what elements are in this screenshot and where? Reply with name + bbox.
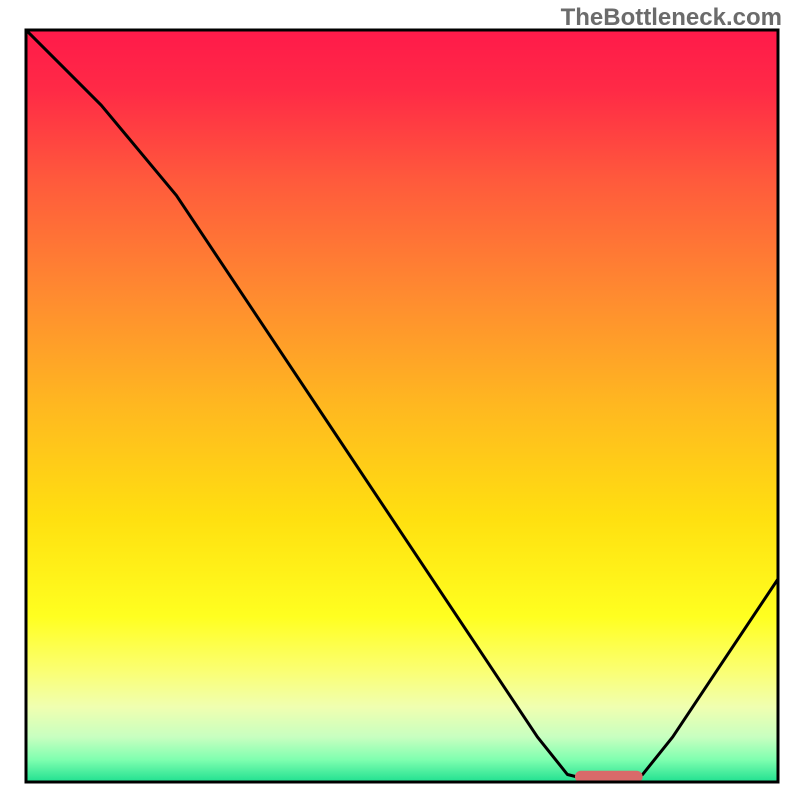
plot-area	[26, 30, 778, 783]
chart-svg	[0, 0, 800, 800]
watermark-text: TheBottleneck.com	[561, 4, 782, 32]
bottleneck-chart: TheBottleneck.com	[0, 0, 800, 800]
gradient-background	[26, 30, 778, 782]
